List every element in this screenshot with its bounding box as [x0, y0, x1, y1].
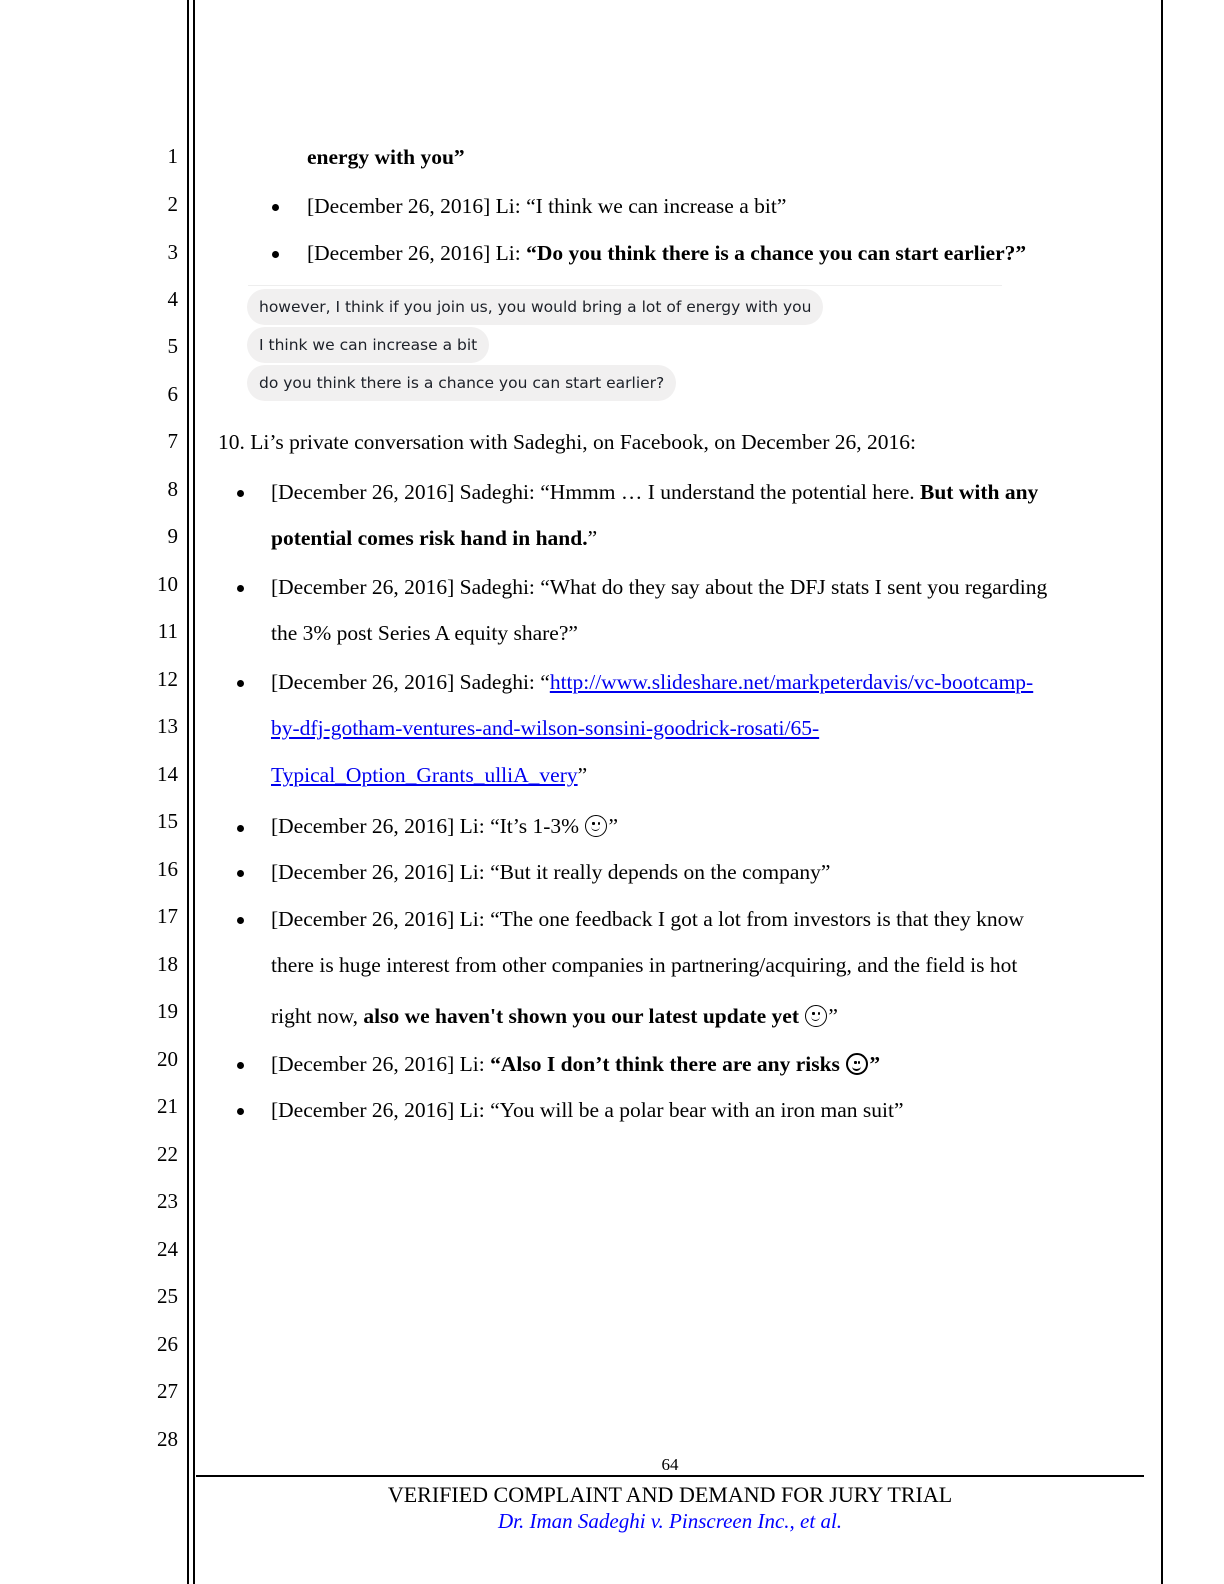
chat-divider — [248, 285, 1002, 286]
case-name: Dr. Iman Sadeghi v. Pinscreen Inc., et a… — [497, 1509, 843, 1533]
footer-rule — [196, 1475, 1144, 1477]
item-bold-text: But with any — [920, 480, 1039, 504]
item-text: ” — [587, 526, 598, 550]
bullet-icon — [237, 917, 244, 924]
list-item-continuation: by-dfj-gotham-ventures-and-wilson-sonsin… — [271, 715, 819, 741]
line-number: 3 — [167, 240, 179, 264]
line-number: 14 — [157, 762, 178, 786]
list-item: [December 26, 2016] Sadeghi: “http://www… — [271, 669, 1033, 695]
slideshare-link[interactable]: http://www.slideshare.net/markpeterdavis… — [550, 670, 1033, 694]
bullet-icon — [237, 490, 244, 497]
line-number: 26 — [157, 1332, 178, 1356]
line-number: 18 — [157, 952, 178, 976]
item-text: [December 26, 2016] Li: “It’s 1-3% — [271, 814, 585, 838]
bullet-icon — [237, 1062, 244, 1069]
line-number: 10 — [157, 572, 178, 596]
line-number: 1 — [167, 144, 179, 168]
list-item-continuation: there is huge interest from other compan… — [271, 953, 1018, 977]
line-number: 13 — [157, 714, 178, 738]
page-number: 64 — [661, 1455, 679, 1474]
item-prefix: [December 26, 2016] Li: — [307, 241, 527, 265]
section-heading: 10. Li’s private conversation with Sadeg… — [218, 430, 916, 454]
item-prefix: [December 26, 2016] Li: — [307, 194, 527, 218]
line-number: 6 — [167, 382, 179, 406]
left-margin-rule-inner — [193, 0, 195, 1584]
bullet-icon — [237, 680, 244, 687]
line-number: 5 — [167, 334, 179, 358]
chat-bubble: do you think there is a chance you can s… — [247, 365, 677, 401]
line-number: 23 — [157, 1189, 178, 1213]
line-number: 2 — [167, 192, 179, 216]
slideshare-link[interactable]: Typical_Option_Grants_ulliA_very — [271, 763, 578, 787]
item-bold-text: ” — [869, 1052, 881, 1076]
line-number: 11 — [157, 619, 178, 643]
item-bold-text: “Also I don’t think there are any risks — [490, 1052, 846, 1076]
list-item-continuation: the 3% post Series A equity share?” — [271, 621, 578, 645]
bullet-icon — [237, 585, 244, 592]
chat-bubble: I think we can increase a bit — [247, 327, 490, 363]
line-number: 7 — [167, 429, 179, 453]
line-number: 19 — [157, 999, 178, 1023]
item-quote: “Do you think there is a chance you can … — [526, 241, 1027, 265]
list-item: [December 26, 2016] Li: “I think we can … — [307, 193, 786, 219]
bullet-icon — [237, 825, 244, 832]
bullet-icon — [237, 870, 244, 877]
item-text: right now, — [271, 1004, 364, 1028]
bullet-icon — [237, 1108, 244, 1115]
line-number: 27 — [157, 1379, 178, 1403]
line-number: 28 — [157, 1427, 178, 1451]
line-number: 17 — [157, 904, 178, 928]
list-item: [December 26, 2016] Sadeghi: “Hmmm … I u… — [271, 479, 1038, 505]
line-number: 15 — [157, 809, 178, 833]
list-item: [December 26, 2016] Li: “Also I don’t th… — [271, 1051, 880, 1077]
line-number: 9 — [167, 524, 179, 548]
line-number: 21 — [157, 1094, 178, 1118]
bullet-icon — [272, 204, 279, 211]
line-number: 22 — [157, 1142, 178, 1166]
list-item-continuation: potential comes risk hand in hand.” — [271, 525, 597, 551]
smiley-icon — [585, 815, 608, 837]
list-item-continuation: Typical_Option_Grants_ulliA_very” — [271, 762, 587, 788]
smiley-icon — [846, 1053, 869, 1075]
list-item: [December 26, 2016] Li: “You will be a p… — [271, 1098, 904, 1122]
line-number: 20 — [157, 1047, 178, 1071]
list-item: [December 26, 2016] Li: “The one feedbac… — [271, 907, 1024, 931]
item-bold-text: also we haven't shown you our latest upd… — [363, 1004, 805, 1028]
line-number: 24 — [157, 1237, 178, 1261]
bullet-icon — [272, 251, 279, 258]
line-number: 4 — [167, 287, 179, 311]
line-number: 16 — [157, 857, 178, 881]
slideshare-link[interactable]: by-dfj-gotham-ventures-and-wilson-sonsin… — [271, 716, 819, 740]
list-item: [December 26, 2016] Li: “But it really d… — [271, 860, 831, 884]
list-item: [December 26, 2016] Li: “Do you think th… — [307, 240, 1026, 266]
item-text: [December 26, 2016] Li: — [271, 1052, 491, 1076]
line-number: 12 — [157, 667, 178, 691]
right-margin-rule — [1161, 0, 1163, 1584]
continued-quote: energy with you” — [307, 145, 465, 169]
line-number: 8 — [167, 477, 179, 501]
line-number: 25 — [157, 1284, 178, 1308]
item-text: [December 26, 2016] Sadeghi: “Hmmm … I u… — [271, 480, 920, 504]
list-item: [December 26, 2016] Li: “It’s 1-3% ” — [271, 813, 618, 839]
smiley-icon — [805, 1005, 828, 1027]
list-item: [December 26, 2016] Sadeghi: “What do th… — [271, 575, 1048, 599]
item-text: ” — [577, 763, 588, 787]
item-text: ” — [828, 1004, 838, 1028]
item-bold-text: potential comes risk hand in hand. — [271, 526, 588, 550]
chat-bubble: however, I think if you join us, you wou… — [247, 289, 824, 325]
item-text: ” — [608, 814, 618, 838]
left-margin-rule-outer — [187, 0, 189, 1584]
item-quote: “I think we can increase a bit” — [526, 194, 787, 218]
list-item-continuation: right now, also we haven't shown you our… — [271, 1003, 838, 1029]
item-text: [December 26, 2016] Sadeghi: “ — [271, 670, 550, 694]
document-title: VERIFIED COMPLAINT AND DEMAND FOR JURY T… — [387, 1482, 953, 1507]
